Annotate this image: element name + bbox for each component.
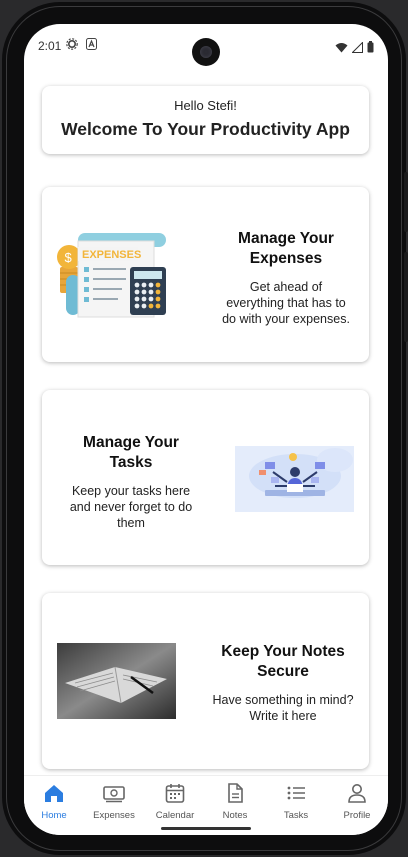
nav-label-profile: Profile <box>343 810 371 821</box>
expenses-illustration-label: EXPENSES <box>82 249 141 261</box>
expenses-card[interactable]: $ EXPENSES Manage Your Expenses Get ahea… <box>42 187 369 362</box>
nav-label-calendar: Calendar <box>155 810 195 821</box>
notes-text: Keep Your Notes Secure Have something in… <box>212 642 354 724</box>
front-camera <box>192 38 220 66</box>
system-icons <box>335 40 374 58</box>
notes-description: Have something in mind? Write it here <box>212 693 354 723</box>
tasks-card[interactable]: Manage Your Tasks Keep your tasks here a… <box>42 390 369 565</box>
calendar-icon <box>164 784 186 808</box>
tasks-description: Keep your tasks here and never forget to… <box>69 484 193 530</box>
volume-button <box>404 172 408 232</box>
nav-label-expenses: Expenses <box>93 810 135 821</box>
svg-text:$: $ <box>65 250 73 265</box>
nav-item-home[interactable]: Home <box>24 782 84 821</box>
tasks-illustration <box>235 446 354 512</box>
tasks-text: Manage Your Tasks Keep your tasks here a… <box>66 433 196 531</box>
power-button <box>404 252 408 342</box>
app-screen: 2:01 Hello Stefi! Welcome To Your Produc… <box>24 24 388 835</box>
expenses-heading: Manage Your Expenses <box>238 230 334 267</box>
nav-item-tasks[interactable]: Tasks <box>266 782 326 821</box>
bottom-navigation: Home Expenses Calendar Notes Tasks Profi… <box>24 775 388 835</box>
nav-label-notes: Notes <box>222 810 248 821</box>
text-a-icon <box>86 38 97 53</box>
settings-icon <box>66 38 78 53</box>
tasks-heading: Manage Your Tasks <box>83 434 179 471</box>
status-bar: 2:01 <box>24 24 388 66</box>
document-icon <box>224 783 246 808</box>
person-icon <box>346 784 368 808</box>
battery-icon <box>367 40 374 58</box>
status-time: 2:01 <box>38 39 62 53</box>
nav-label-home: Home <box>41 810 67 821</box>
notes-heading: Keep Your Notes Secure <box>221 643 345 680</box>
notes-illustration <box>57 643 176 719</box>
nav-item-profile[interactable]: Profile <box>327 782 387 821</box>
gesture-home-indicator[interactable] <box>161 827 251 830</box>
nav-item-notes[interactable]: Notes <box>205 782 265 821</box>
home-icon <box>43 785 65 808</box>
list-icon <box>285 786 307 808</box>
page-title: Welcome To Your Productivity App <box>61 119 350 139</box>
expenses-description: Get ahead of everything that has to do w… <box>222 280 350 326</box>
greeting-text: Hello Stefi! <box>174 98 237 113</box>
expenses-illustration: $ EXPENSES <box>57 233 166 318</box>
notes-card[interactable]: Keep Your Notes Secure Have something in… <box>42 593 369 769</box>
nav-item-calendar[interactable]: Calendar <box>145 782 205 821</box>
expenses-text: Manage Your Expenses Get ahead of everyt… <box>220 229 352 327</box>
money-icon <box>102 786 126 808</box>
nav-item-expenses[interactable]: Expenses <box>84 782 144 821</box>
signal-icon <box>351 40 363 58</box>
welcome-card: Hello Stefi! Welcome To Your Productivit… <box>42 86 369 154</box>
wifi-icon <box>335 40 348 58</box>
nav-label-tasks: Tasks <box>283 810 309 821</box>
